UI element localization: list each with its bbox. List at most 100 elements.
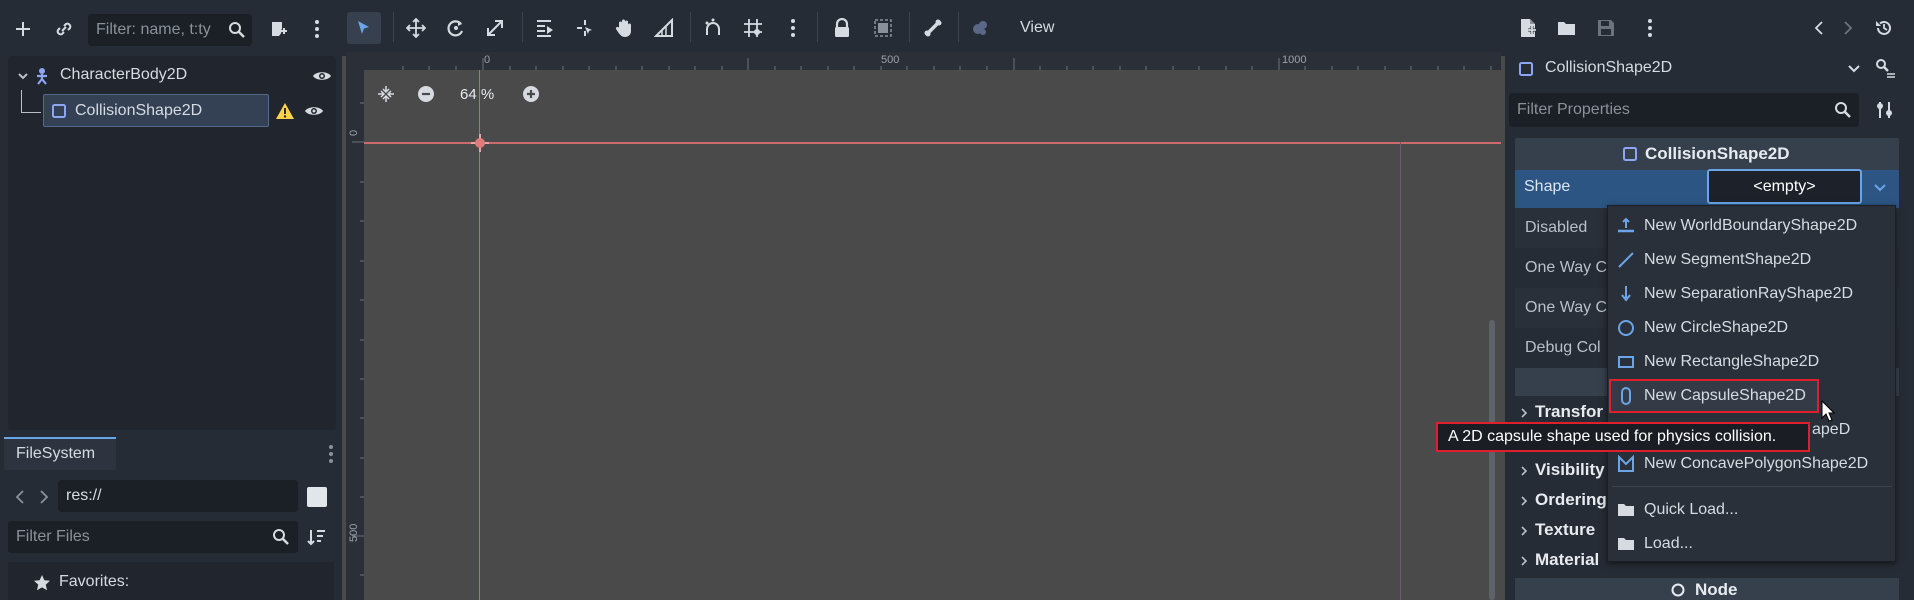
chevron-down-icon bbox=[1843, 58, 1865, 80]
toolbar-separator bbox=[690, 12, 691, 42]
view-menu[interactable]: View bbox=[1020, 19, 1054, 37]
tree-item-collisionshape2d[interactable]: CollisionShape2D bbox=[43, 94, 269, 127]
viewport-scrollbar[interactable] bbox=[1489, 320, 1495, 600]
toolbar-separator bbox=[909, 12, 910, 42]
history-forward-icon[interactable] bbox=[1837, 17, 1859, 39]
zoom-level[interactable]: 64 % bbox=[460, 86, 494, 103]
forward-arrow-icon[interactable] bbox=[33, 486, 55, 508]
lock-icon[interactable] bbox=[831, 17, 853, 39]
add-node-icon[interactable] bbox=[12, 18, 34, 40]
folder-icon bbox=[1616, 534, 1636, 554]
chevron-right-icon bbox=[1513, 490, 1535, 512]
toolbar-separator bbox=[393, 12, 394, 42]
menu-item-circle[interactable]: New CircleShape2D bbox=[1609, 311, 1895, 345]
node-section-header: Node bbox=[1515, 578, 1899, 600]
collision-shape-icon bbox=[48, 100, 70, 122]
star-icon bbox=[31, 572, 53, 594]
list-select-icon[interactable] bbox=[534, 17, 556, 39]
zoom-in-icon[interactable] bbox=[520, 83, 542, 105]
separation-ray-icon bbox=[1616, 284, 1636, 304]
ruler-tick-label: 0 bbox=[484, 54, 491, 66]
grid-snap-icon[interactable] bbox=[742, 17, 764, 39]
capsule-icon bbox=[1616, 386, 1636, 406]
tree-item-characterbody2d[interactable]: CharacterBody2D bbox=[8, 62, 336, 90]
instance-scene-icon[interactable] bbox=[53, 18, 75, 40]
warning-icon[interactable] bbox=[274, 100, 296, 122]
node-circle-icon bbox=[1667, 579, 1689, 600]
scale-icon[interactable] bbox=[484, 17, 506, 39]
back-arrow-icon[interactable] bbox=[9, 486, 31, 508]
sort-icon[interactable] bbox=[306, 526, 328, 548]
chevron-right-icon bbox=[1513, 402, 1535, 424]
new-resource-icon[interactable] bbox=[1517, 17, 1539, 39]
shape-resource-picker[interactable]: <empty> bbox=[1707, 169, 1862, 204]
history-icon[interactable] bbox=[1873, 17, 1895, 39]
tree-line bbox=[21, 112, 41, 113]
filter-files-input[interactable]: Filter Files bbox=[8, 521, 298, 553]
menu-item-segment[interactable]: New SegmentShape2D bbox=[1609, 243, 1895, 277]
zoom-out-icon[interactable] bbox=[415, 83, 437, 105]
scene-more-icon[interactable] bbox=[306, 18, 328, 40]
filesystem-more-icon[interactable] bbox=[320, 443, 342, 465]
ruler-icon[interactable] bbox=[653, 17, 675, 39]
ruler-tick-label: 0 bbox=[348, 129, 360, 136]
group-icon[interactable] bbox=[872, 17, 894, 39]
visibility-eye-icon[interactable] bbox=[303, 100, 325, 122]
particles-icon[interactable] bbox=[969, 17, 991, 39]
character-body-icon bbox=[31, 65, 53, 87]
viewport-boundary-line bbox=[1400, 142, 1401, 600]
ruler-tick-label: 500 bbox=[348, 523, 360, 542]
attach-script-icon[interactable] bbox=[267, 18, 289, 40]
menu-item-capsule[interactable]: New CapsuleShape2D bbox=[1609, 379, 1819, 413]
menu-item-world-boundary[interactable]: New WorldBoundaryShape2D bbox=[1609, 209, 1895, 243]
search-icon bbox=[270, 526, 292, 548]
toolbar-separator bbox=[522, 12, 523, 42]
chevron-right-icon bbox=[1513, 460, 1535, 482]
rotate-icon[interactable] bbox=[445, 17, 467, 39]
select-mode-button[interactable] bbox=[347, 12, 381, 44]
menu-item-quick-load[interactable]: Quick Load... bbox=[1609, 493, 1895, 527]
filter-properties-input[interactable]: Filter Properties bbox=[1509, 93, 1859, 127]
world-boundary-icon bbox=[1616, 216, 1636, 236]
pivot-icon[interactable] bbox=[574, 17, 596, 39]
center-view-icon[interactable] bbox=[375, 83, 397, 105]
menu-item-rectangle[interactable]: New RectangleShape2D bbox=[1609, 345, 1895, 379]
path-input[interactable]: res:// bbox=[58, 480, 298, 512]
save-icon[interactable] bbox=[1595, 17, 1617, 39]
ruler-tick-label: 500 bbox=[881, 54, 900, 66]
tab-filesystem[interactable]: FileSystem bbox=[4, 437, 116, 470]
search-icon bbox=[226, 19, 248, 41]
menu-item-separation-ray[interactable]: New SeparationRayShape2D bbox=[1609, 277, 1895, 311]
chevron-down-icon[interactable] bbox=[1869, 177, 1891, 199]
tools-icon[interactable] bbox=[1874, 99, 1896, 121]
origin-marker[interactable] bbox=[470, 133, 490, 153]
rectangle-icon bbox=[1616, 352, 1636, 372]
skeleton-bone-icon[interactable] bbox=[922, 17, 944, 39]
visibility-eye-icon[interactable] bbox=[311, 65, 333, 87]
history-back-icon[interactable] bbox=[1808, 17, 1830, 39]
object-properties-icon[interactable] bbox=[1874, 57, 1896, 79]
shape-dropdown-menu: New WorldBoundaryShape2D New SegmentShap… bbox=[1607, 205, 1896, 562]
circle-icon bbox=[1616, 318, 1636, 338]
smart-snap-icon[interactable] bbox=[702, 17, 724, 39]
move-icon[interactable] bbox=[405, 17, 427, 39]
snap-options-more-icon[interactable] bbox=[782, 17, 804, 39]
menu-item-concave-polygon[interactable]: New ConcavePolygonShape2D bbox=[1609, 447, 1895, 481]
toolbar-separator bbox=[817, 12, 818, 42]
menu-separator bbox=[1612, 486, 1892, 487]
menu-item-load[interactable]: Load... bbox=[1609, 527, 1895, 561]
canvas-viewport[interactable] bbox=[342, 56, 1505, 600]
toggle-split-icon[interactable] bbox=[307, 487, 327, 507]
section-header: CollisionShape2D bbox=[1515, 138, 1899, 170]
node-selector[interactable]: CollisionShape2D bbox=[1509, 52, 1860, 86]
pan-hand-icon[interactable] bbox=[613, 17, 635, 39]
segment-icon bbox=[1616, 250, 1636, 270]
more-icon[interactable] bbox=[1639, 17, 1661, 39]
tree-line bbox=[21, 90, 22, 112]
ruler-tick-label: 1000 bbox=[1282, 54, 1307, 66]
concave-polygon-icon bbox=[1616, 454, 1636, 474]
open-folder-icon[interactable] bbox=[1556, 17, 1578, 39]
x-axis-line bbox=[364, 142, 1501, 144]
favorites-label[interactable]: Favorites: bbox=[59, 573, 129, 591]
toolbar-separator bbox=[958, 12, 959, 42]
